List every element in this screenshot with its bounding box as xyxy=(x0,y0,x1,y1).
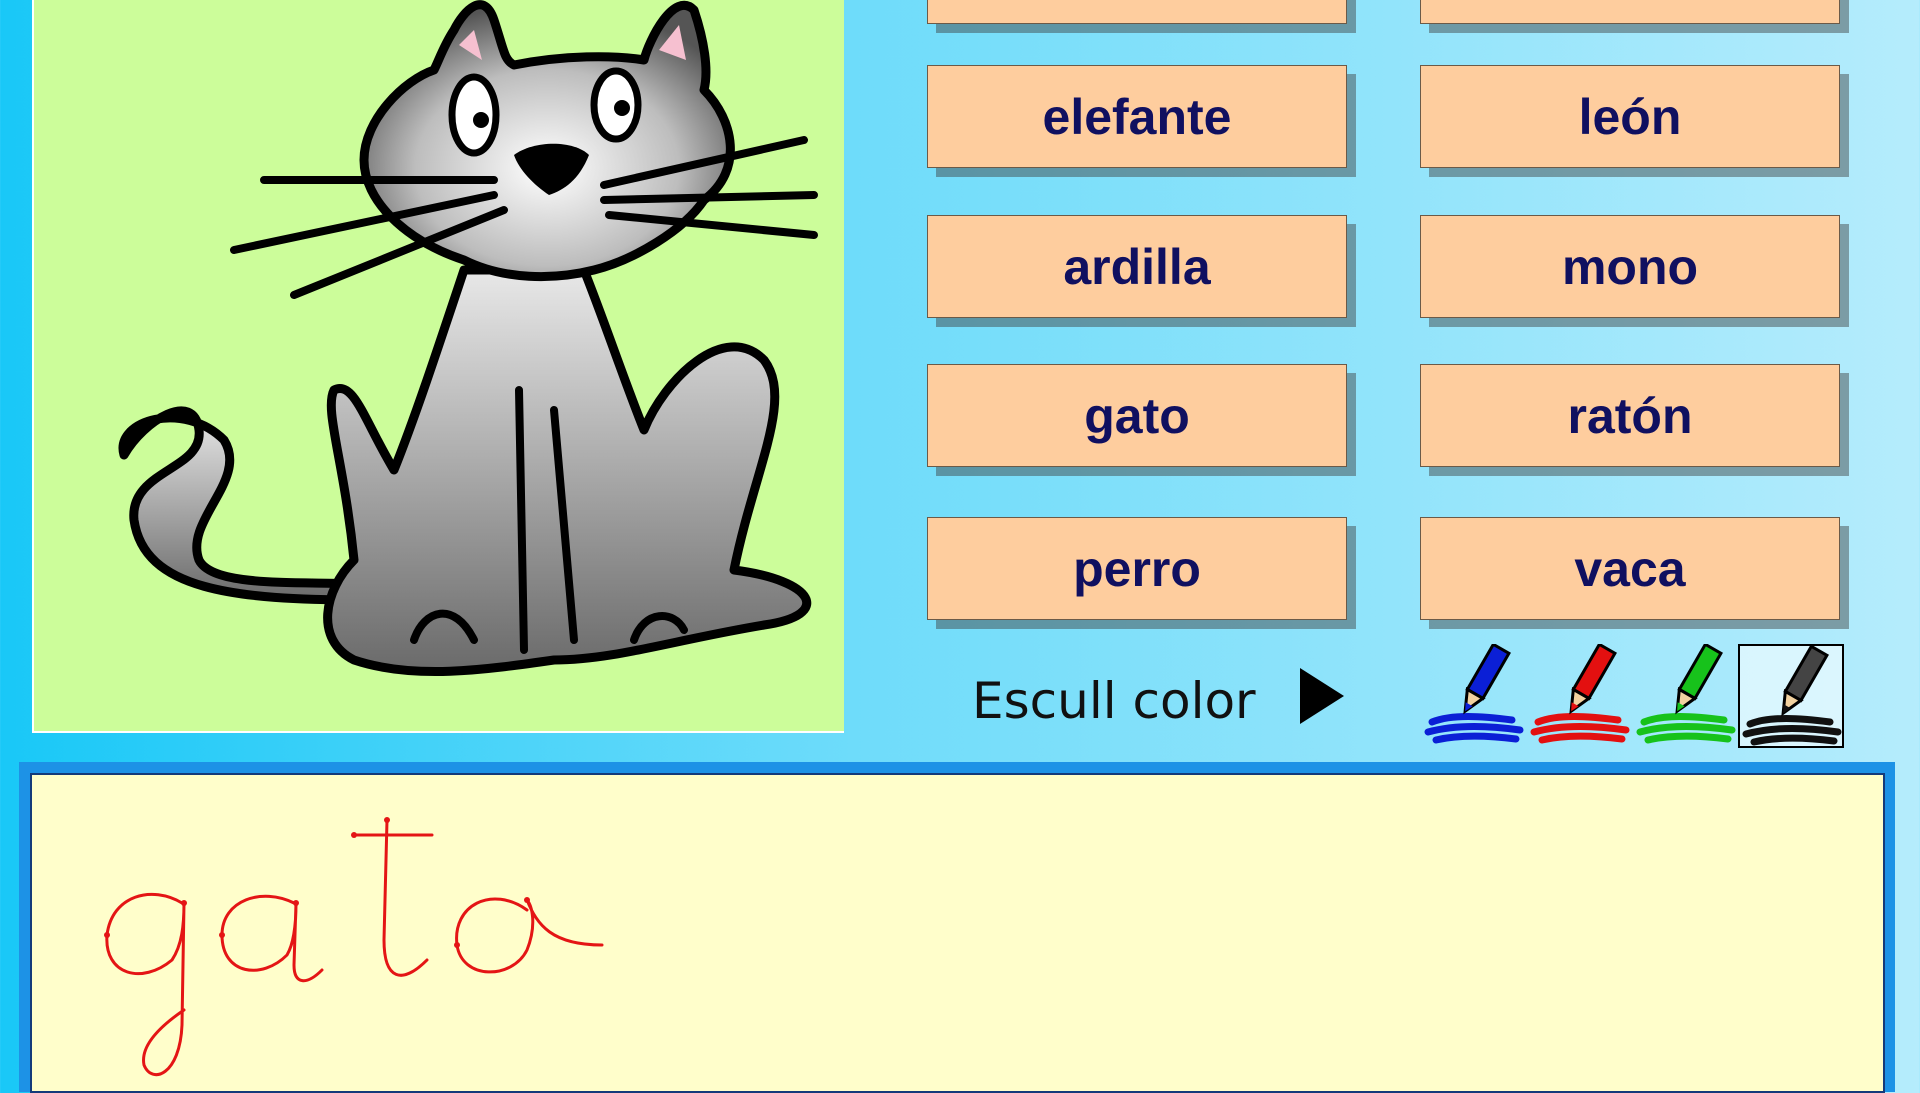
play-arrow-icon[interactable] xyxy=(1300,668,1344,724)
word-button-elefante[interactable]: elefante xyxy=(927,65,1347,168)
word-button-perro[interactable]: perro xyxy=(927,517,1347,620)
pencil-blue-icon[interactable] xyxy=(1422,642,1528,748)
word-button[interactable] xyxy=(927,0,1347,24)
writing-canvas[interactable] xyxy=(30,773,1885,1093)
word-button-ardilla[interactable]: ardilla xyxy=(927,215,1347,318)
word-button-raton[interactable]: ratón xyxy=(1420,364,1840,467)
word-button[interactable] xyxy=(1420,0,1840,24)
word-button-leon[interactable]: león xyxy=(1420,65,1840,168)
word-button-mono[interactable]: mono xyxy=(1420,215,1840,318)
word-button-vaca[interactable]: vaca xyxy=(1420,517,1840,620)
cat-illustration xyxy=(118,0,818,677)
pencil-red-icon[interactable] xyxy=(1528,642,1634,748)
pencil-green-icon[interactable] xyxy=(1634,642,1740,748)
word-button-gato[interactable]: gato xyxy=(927,364,1347,467)
pencil-black-icon[interactable] xyxy=(1738,644,1844,748)
color-picker-label: Escull color xyxy=(972,672,1256,730)
picture-panel xyxy=(32,0,844,733)
traced-word-gato xyxy=(104,817,604,1076)
